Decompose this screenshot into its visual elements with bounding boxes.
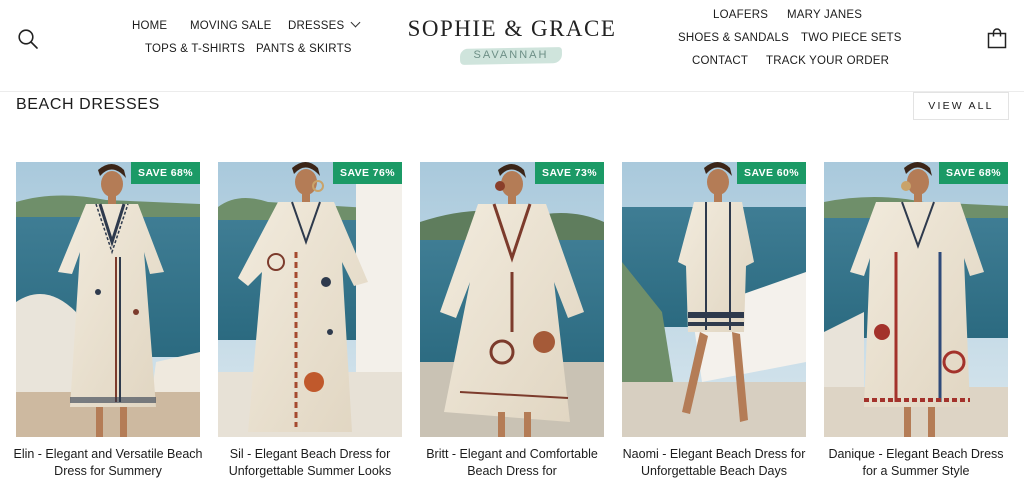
cart-button[interactable] bbox=[986, 28, 1008, 50]
product-title[interactable]: Sil - Elegant Beach Dress for Unforgetta… bbox=[214, 446, 406, 478]
nav-loafers[interactable]: LOAFERS bbox=[713, 9, 768, 21]
logo-subtitle-block[interactable]: SAVANNAH bbox=[459, 45, 563, 67]
nav-track-your-order[interactable]: TRACK YOUR ORDER bbox=[766, 55, 889, 67]
product-photo bbox=[824, 162, 1008, 437]
product-photo bbox=[420, 162, 604, 437]
nav-pants-skirts[interactable]: PANTS & SKIRTS bbox=[256, 43, 352, 55]
product-card[interactable]: SAVE 68% Danique - Elegant Beach Dress f… bbox=[824, 162, 1008, 478]
nav-tops-t-shirts[interactable]: TOPS & T-SHIRTS bbox=[145, 43, 245, 55]
view-all-button[interactable]: VIEW ALL bbox=[913, 92, 1009, 120]
sale-badge: SAVE 73% bbox=[535, 162, 604, 184]
product-card[interactable]: SAVE 68% Elin - Elegant and Versatile Be… bbox=[13, 162, 203, 478]
product-photo bbox=[16, 162, 200, 437]
sale-badge: SAVE 68% bbox=[939, 162, 1008, 184]
product-title[interactable]: Danique - Elegant Beach Dress for a Summ… bbox=[820, 446, 1012, 478]
chevron-down-icon bbox=[350, 17, 361, 28]
nav-dresses[interactable]: DRESSES bbox=[288, 17, 361, 32]
product-card[interactable]: SAVE 76% Sil - Elegant Beach Dress for U… bbox=[218, 162, 402, 478]
sale-badge: SAVE 68% bbox=[131, 162, 200, 184]
logo-subtitle: SAVANNAH bbox=[473, 49, 549, 61]
nav-moving-sale[interactable]: MOVING SALE bbox=[190, 20, 271, 32]
product-photo bbox=[218, 162, 402, 437]
product-image[interactable]: SAVE 68% bbox=[824, 162, 1008, 437]
product-title[interactable]: Britt - Elegant and Comfortable Beach Dr… bbox=[416, 446, 608, 478]
product-image[interactable]: SAVE 68% bbox=[16, 162, 200, 437]
sale-badge: SAVE 76% bbox=[333, 162, 402, 184]
search-button[interactable] bbox=[17, 28, 39, 50]
sale-badge: SAVE 60% bbox=[737, 162, 806, 184]
logo-title[interactable]: SOPHIE & GRACE bbox=[392, 16, 632, 42]
product-title[interactable]: Elin - Elegant and Versatile Beach Dress… bbox=[12, 446, 204, 478]
product-title[interactable]: Naomi - Elegant Beach Dress for Unforget… bbox=[618, 446, 810, 478]
product-image[interactable]: SAVE 60% bbox=[622, 162, 806, 437]
search-icon bbox=[18, 29, 38, 49]
nav-mary-janes[interactable]: MARY JANES bbox=[787, 9, 862, 21]
nav-shoes-sandals[interactable]: SHOES & SANDALS bbox=[678, 32, 789, 44]
shopping-bag-icon bbox=[987, 28, 1007, 49]
product-photo bbox=[622, 162, 806, 437]
product-card[interactable]: SAVE 73% Britt - Elegant and Comfortable… bbox=[420, 162, 604, 478]
nav-contact[interactable]: CONTACT bbox=[692, 55, 748, 67]
nav-two-piece-sets[interactable]: TWO PIECE SETS bbox=[801, 32, 902, 44]
product-card[interactable]: SAVE 60% Naomi - Elegant Beach Dress for… bbox=[622, 162, 806, 478]
nav-dresses-label: DRESSES bbox=[288, 20, 345, 32]
section-title: BEACH DRESSES bbox=[16, 96, 160, 113]
nav-home[interactable]: HOME bbox=[132, 20, 167, 32]
product-image[interactable]: SAVE 73% bbox=[420, 162, 604, 437]
product-image[interactable]: SAVE 76% bbox=[218, 162, 402, 437]
site-header: HOME MOVING SALE DRESSES TOPS & T-SHIRTS… bbox=[0, 0, 1024, 92]
